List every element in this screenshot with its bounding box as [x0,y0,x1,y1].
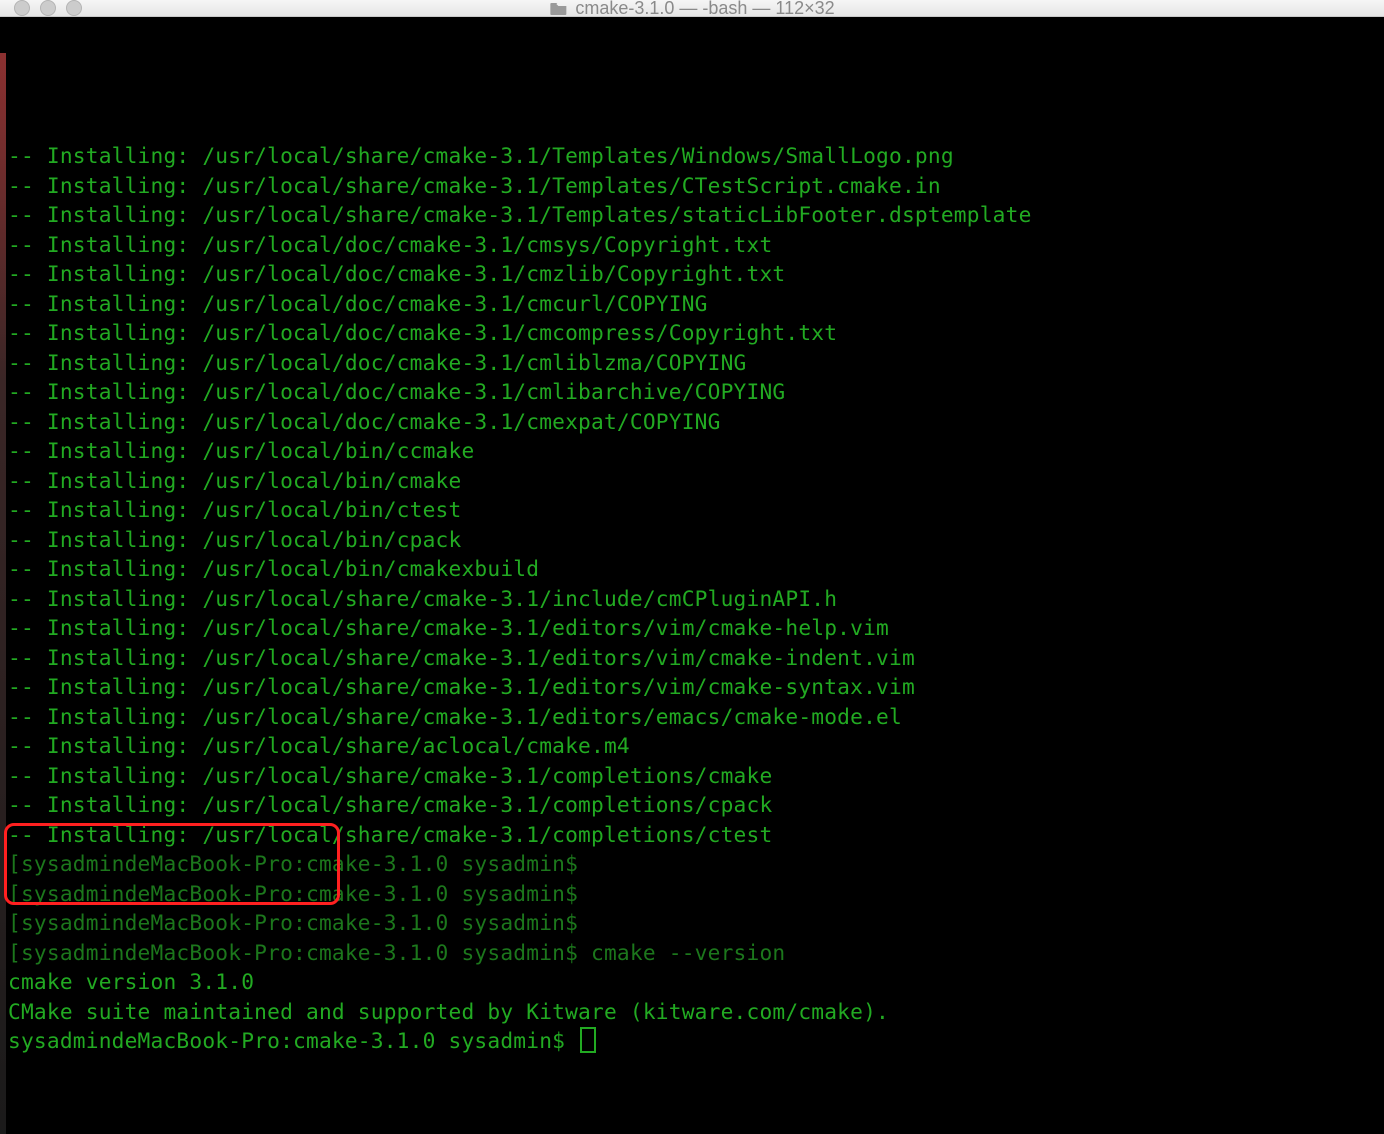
final-prompt-line: sysadmindeMacBook-Pro:cmake-3.1.0 sysadm… [8,1026,1384,1056]
install-line: -- Installing: /usr/local/share/cmake-3.… [8,702,1384,732]
terminal-window: cmake-3.1.0 — -bash — 112×32 -- Installi… [0,0,1384,1134]
cursor [580,1027,596,1053]
zoom-dot[interactable] [66,0,82,16]
install-line: -- Installing: /usr/local/doc/cmake-3.1/… [8,318,1384,348]
traffic-lights [0,0,82,16]
install-line: -- Installing: /usr/local/share/cmake-3.… [8,141,1384,171]
close-dot[interactable] [14,0,30,16]
install-line: -- Installing: /usr/local/doc/cmake-3.1/… [8,407,1384,437]
version-line: cmake version 3.1.0 [8,967,1384,997]
folder-icon [549,1,567,15]
prompt-line: [sysadmindeMacBook-Pro:cmake-3.1.0 sysad… [8,908,1384,938]
terminal-body[interactable]: -- Installing: /usr/local/share/cmake-3.… [0,17,1384,1134]
prompt-line: [sysadmindeMacBook-Pro:cmake-3.1.0 sysad… [8,849,1384,879]
install-line: -- Installing: /usr/local/share/cmake-3.… [8,200,1384,230]
titlebar[interactable]: cmake-3.1.0 — -bash — 112×32 [0,0,1384,17]
install-line: -- Installing: /usr/local/share/cmake-3.… [8,790,1384,820]
install-line: -- Installing: /usr/local/share/aclocal/… [8,731,1384,761]
left-edge-decoration [0,53,6,1134]
install-line: -- Installing: /usr/local/share/cmake-3.… [8,584,1384,614]
install-line: -- Installing: /usr/local/bin/cpack [8,525,1384,555]
suite-line: CMake suite maintained and supported by … [8,997,1384,1027]
install-line: -- Installing: /usr/local/bin/cmake [8,466,1384,496]
install-line: -- Installing: /usr/local/bin/cmakexbuil… [8,554,1384,584]
install-line: -- Installing: /usr/local/doc/cmake-3.1/… [8,230,1384,260]
install-line: -- Installing: /usr/local/share/cmake-3.… [8,672,1384,702]
window-title: cmake-3.1.0 — -bash — 112×32 [549,0,834,19]
install-line: -- Installing: /usr/local/doc/cmake-3.1/… [8,348,1384,378]
minimize-dot[interactable] [40,0,56,16]
command-line: [sysadmindeMacBook-Pro:cmake-3.1.0 sysad… [8,938,1384,968]
install-line: -- Installing: /usr/local/bin/ctest [8,495,1384,525]
install-line: -- Installing: /usr/local/bin/ccmake [8,436,1384,466]
install-line: -- Installing: /usr/local/share/cmake-3.… [8,820,1384,850]
install-line: -- Installing: /usr/local/doc/cmake-3.1/… [8,377,1384,407]
install-line: -- Installing: /usr/local/doc/cmake-3.1/… [8,259,1384,289]
install-line: -- Installing: /usr/local/share/cmake-3.… [8,761,1384,791]
prompt-line: [sysadmindeMacBook-Pro:cmake-3.1.0 sysad… [8,879,1384,909]
install-line: -- Installing: /usr/local/share/cmake-3.… [8,171,1384,201]
install-line: -- Installing: /usr/local/share/cmake-3.… [8,643,1384,673]
window-title-text: cmake-3.1.0 — -bash — 112×32 [575,0,834,19]
install-line: -- Installing: /usr/local/doc/cmake-3.1/… [8,289,1384,319]
install-line: -- Installing: /usr/local/share/cmake-3.… [8,613,1384,643]
